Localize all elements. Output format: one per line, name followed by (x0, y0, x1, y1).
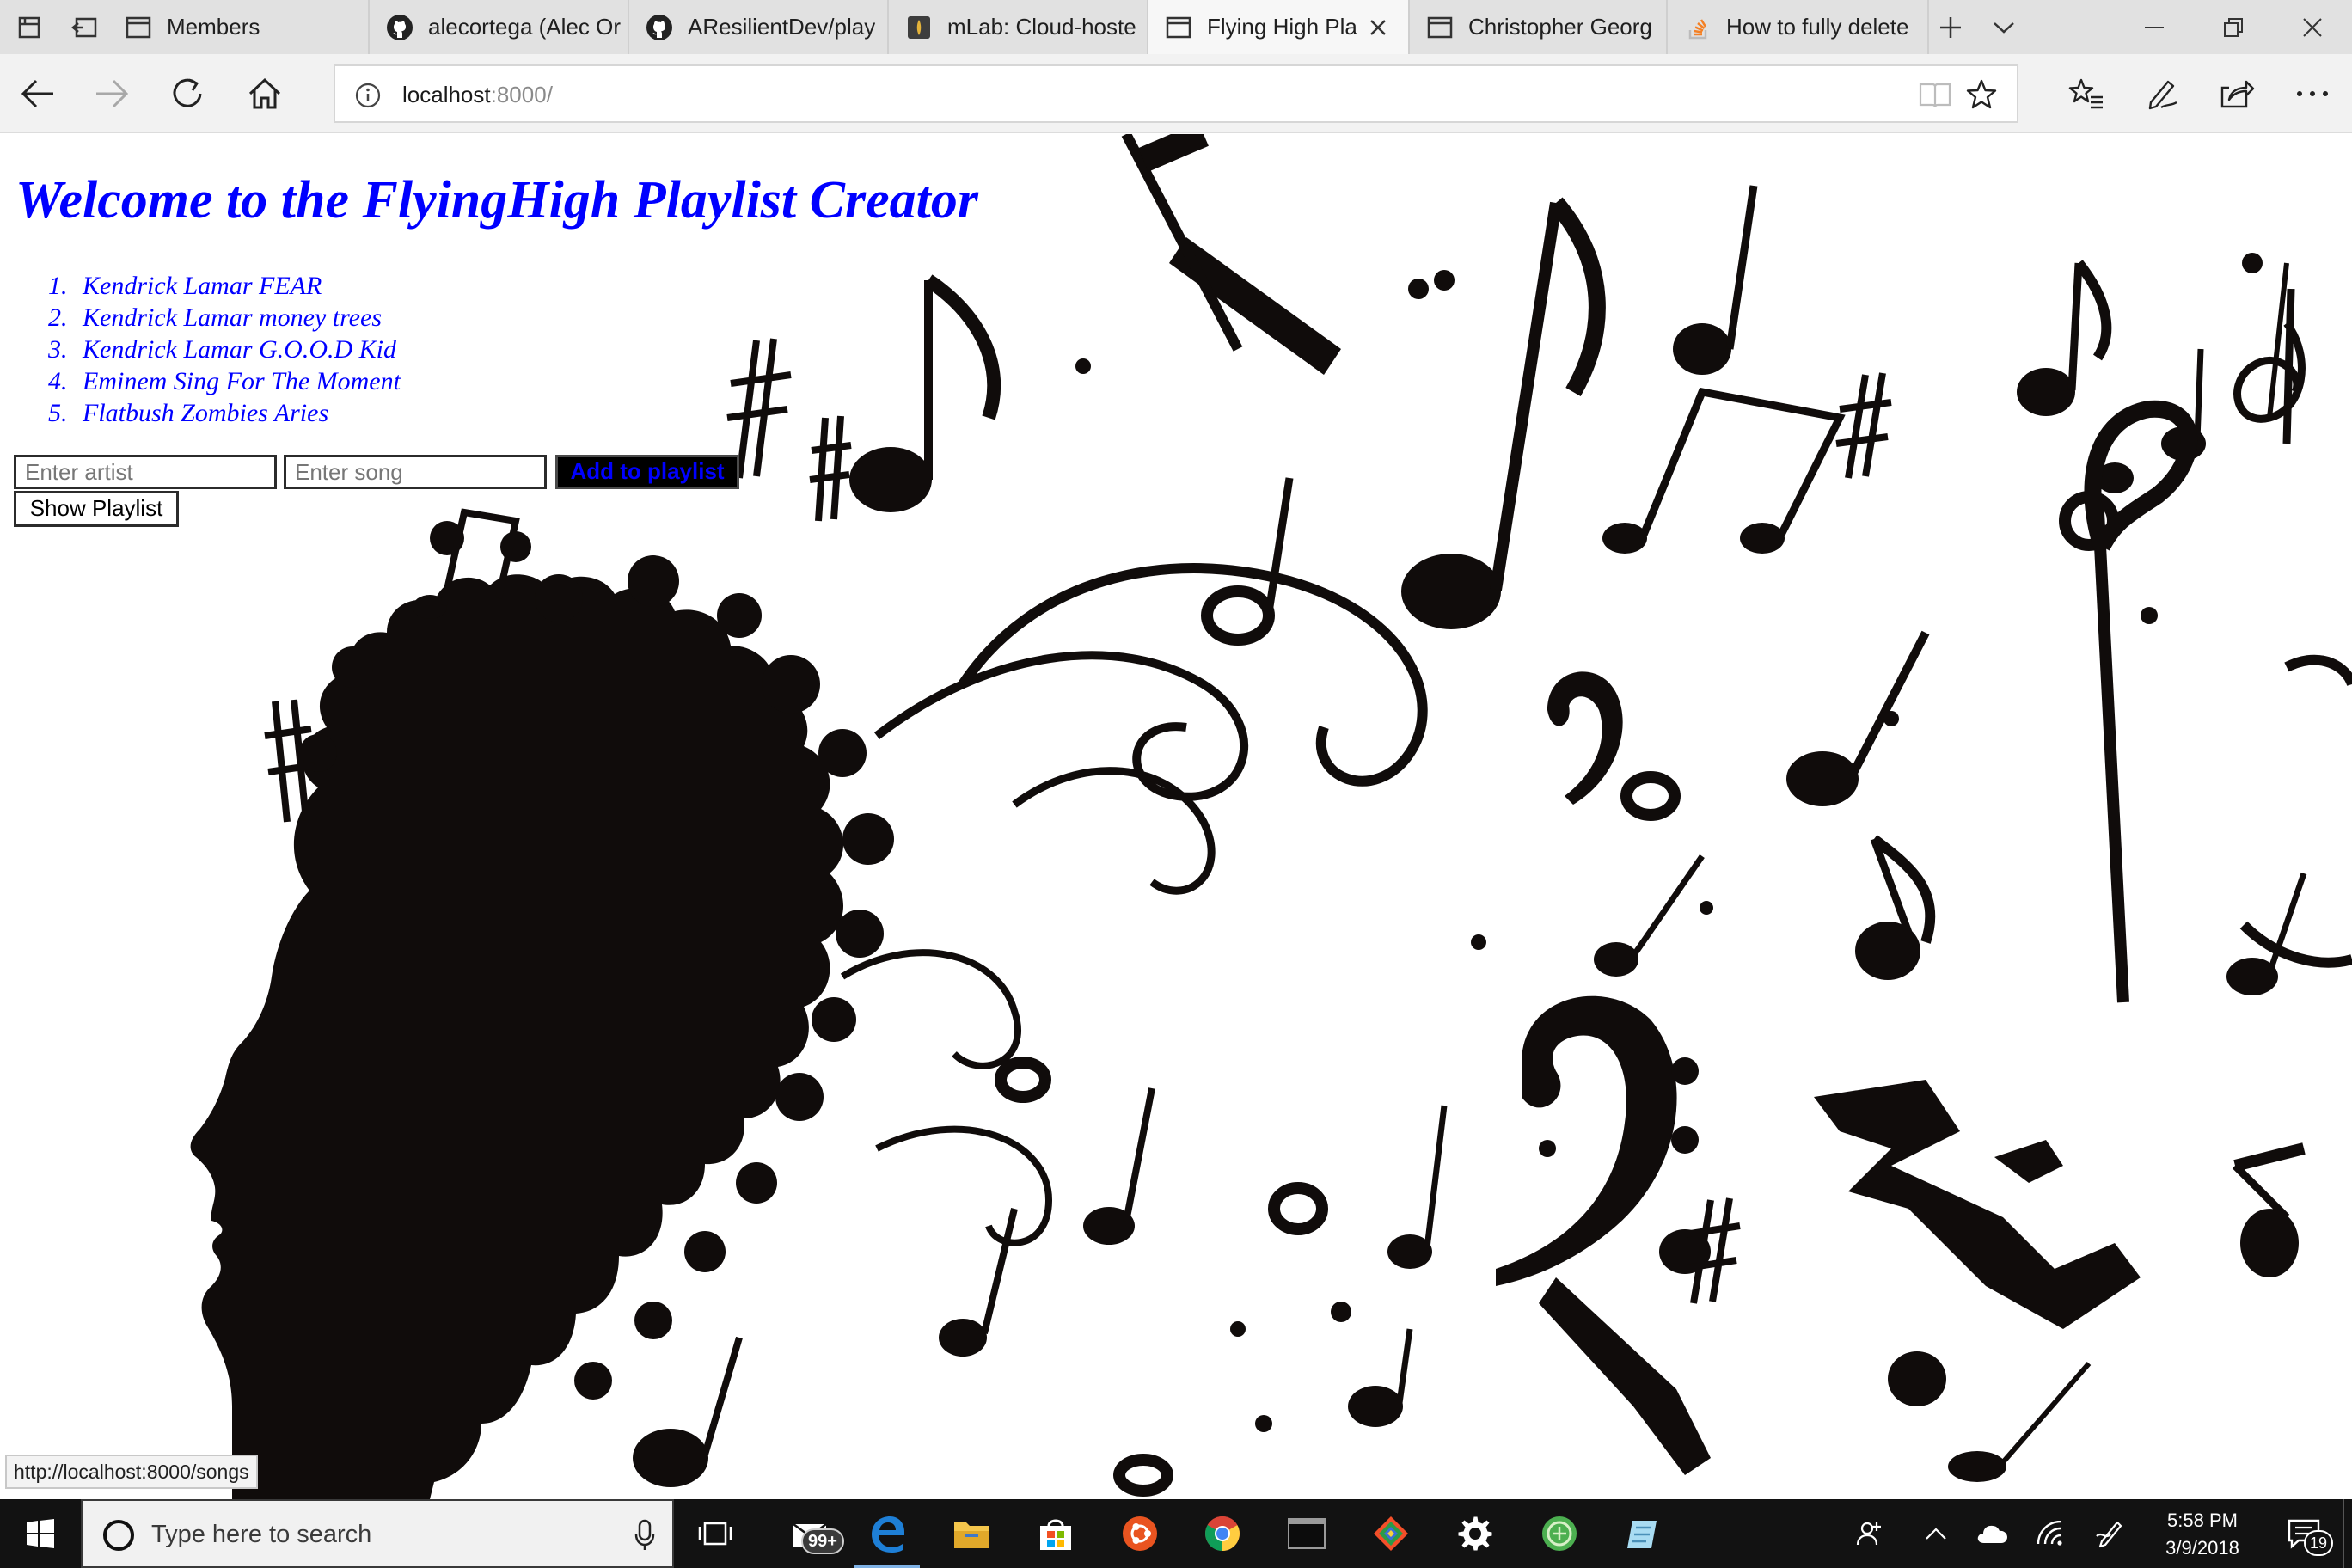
notification-count-badge: 19 (2304, 1530, 2333, 1556)
notes-pen-icon[interactable] (2141, 71, 2185, 116)
list-number: 5. (48, 399, 68, 427)
onedrive-cloud-icon[interactable] (1967, 1499, 2018, 1568)
show-hidden-icons-chevron-icon[interactable] (1910, 1499, 1962, 1568)
add-to-playlist-button[interactable]: Add to playlist (555, 455, 739, 489)
list-item: 3. Kendrick Lamar G.O.O.D Kid (48, 334, 401, 365)
favorite-star-icon[interactable] (1963, 77, 2000, 113)
store-icon[interactable] (1016, 1499, 1095, 1568)
info-icon[interactable] (352, 80, 383, 111)
microphone-icon[interactable] (629, 1516, 660, 1554)
url-text[interactable]: localhost:8000/ (402, 66, 553, 123)
navigation-bar: localhost:8000/ (0, 54, 2352, 133)
more-options-icon[interactable] (2290, 71, 2335, 116)
tab-title: alecortega (Alec Or (428, 14, 621, 40)
address-bar[interactable]: localhost:8000/ (334, 64, 2018, 123)
clock-date: 3/9/2018 (2165, 1537, 2239, 1559)
tab-title: AResilientDev/play (688, 14, 876, 40)
list-number: 2. (48, 303, 68, 332)
tab-title: How to fully delete (1726, 14, 1909, 40)
close-tab-icon[interactable] (1363, 13, 1393, 42)
tabs-aside-icon[interactable] (60, 0, 107, 54)
tab-title: Christopher Georg (1468, 14, 1652, 40)
close-window-icon[interactable] (2273, 0, 2352, 54)
app-notepad-icon[interactable] (1604, 1499, 1683, 1568)
refresh-icon[interactable] (165, 71, 210, 116)
tab-flying-high[interactable]: Flying High Pla (1148, 0, 1410, 54)
list-item: 5. Flatbush Zombies Aries (48, 397, 401, 429)
playlist: 1. Kendrick Lamar FEAR 2. Kendrick Lamar m… (48, 270, 401, 429)
page-icon (124, 13, 153, 42)
taskbar-search-box[interactable]: Type here to search (81, 1499, 674, 1568)
cortana-icon[interactable] (98, 1515, 139, 1556)
mail-badge: 99+ (801, 1528, 844, 1554)
page-icon (1164, 13, 1193, 42)
tab-alecortega[interactable]: alecortega (Alec Or (370, 0, 629, 54)
file-explorer-icon[interactable] (932, 1499, 1011, 1568)
search-placeholder: Type here to search (151, 1521, 372, 1548)
favorites-hub-icon[interactable] (2063, 71, 2108, 116)
show-playlist-button[interactable]: Show Playlist (14, 491, 179, 527)
tab-preview-chevron-icon[interactable] (1979, 0, 2029, 54)
action-center-icon[interactable]: 19 (2269, 1499, 2338, 1568)
clock[interactable]: 5:58 PM 3/9/2018 (2146, 1499, 2259, 1568)
list-number: 3. (48, 335, 68, 364)
list-number: 1. (48, 272, 68, 300)
settings-gear-icon[interactable] (1436, 1499, 1515, 1568)
status-bar-url: http://localhost:8000/songs (5, 1455, 258, 1489)
new-tab-icon[interactable] (1926, 0, 1975, 54)
tab-list-icon[interactable] (5, 0, 52, 54)
url-port-path: :8000/ (490, 82, 553, 107)
minimize-icon[interactable] (2115, 0, 2194, 54)
list-item: 1. Kendrick Lamar FEAR (48, 270, 401, 302)
ubuntu-icon[interactable] (1100, 1499, 1179, 1568)
github-icon (385, 13, 414, 42)
chrome-icon[interactable] (1183, 1499, 1262, 1568)
song-text: Kendrick Lamar money trees (83, 303, 382, 332)
task-view-icon[interactable] (676, 1499, 755, 1568)
artist-input[interactable] (14, 455, 277, 489)
song-text: Kendrick Lamar G.O.O.D Kid (83, 335, 396, 364)
mail-icon[interactable]: 99+ (770, 1499, 849, 1568)
terminal-icon[interactable] (1267, 1499, 1346, 1568)
list-item: 2. Kendrick Lamar money trees (48, 302, 401, 334)
people-icon[interactable] (1845, 1499, 1896, 1568)
song-input[interactable] (284, 455, 547, 489)
mlab-icon (904, 13, 934, 42)
forward-icon[interactable] (89, 71, 134, 116)
tab-title: Flying High Pla (1207, 14, 1357, 40)
windows-start-icon[interactable] (0, 1499, 81, 1568)
wifi-icon[interactable] (2024, 1499, 2075, 1568)
song-text: Eminem Sing For The Moment (83, 367, 401, 395)
clock-time: 5:58 PM (2167, 1510, 2238, 1531)
tab-members[interactable]: Members (108, 0, 370, 54)
tab-aresilientdev[interactable]: AResilientDev/play (629, 0, 889, 54)
song-text: Kendrick Lamar FEAR (83, 272, 322, 300)
page-content: Welcome to the FlyingHigh Playlist Creat… (0, 134, 2352, 1499)
home-icon[interactable] (242, 71, 287, 116)
reading-view-icon[interactable] (1917, 78, 1953, 113)
tab-stackoverflow[interactable]: How to fully delete (1668, 0, 1929, 54)
pen-workspace-icon[interactable] (2084, 1499, 2135, 1568)
share-icon[interactable] (2214, 71, 2259, 116)
gitkraken-icon[interactable] (1351, 1499, 1430, 1568)
list-number: 4. (48, 367, 68, 395)
show-desktop-button[interactable] (2343, 1499, 2352, 1568)
page-title: Welcome to the FlyingHigh Playlist Creat… (15, 171, 978, 230)
url-host: localhost (402, 82, 491, 107)
tab-mlab[interactable]: mLab: Cloud-hoste (889, 0, 1148, 54)
github-icon (645, 13, 674, 42)
app-green-circle-icon[interactable] (1520, 1499, 1599, 1568)
restore-icon[interactable] (2194, 0, 2273, 54)
tab-title: Members (167, 14, 260, 40)
song-text: Flatbush Zombies Aries (83, 399, 329, 427)
list-item: 4. Eminem Sing For The Moment (48, 365, 401, 397)
edge-browser-icon[interactable] (848, 1499, 927, 1568)
tab-christopher[interactable]: Christopher Georg (1410, 0, 1668, 54)
back-icon[interactable] (15, 71, 60, 116)
tab-bar: Members alecortega (Alec Or AResilientDe… (0, 0, 2352, 54)
tab-title: mLab: Cloud-hoste (947, 14, 1136, 40)
stackoverflow-icon (1683, 13, 1712, 42)
taskbar: Type here to search 99+ 5:58 PM 3/9/2018… (0, 1499, 2352, 1568)
page-icon (1425, 13, 1455, 42)
